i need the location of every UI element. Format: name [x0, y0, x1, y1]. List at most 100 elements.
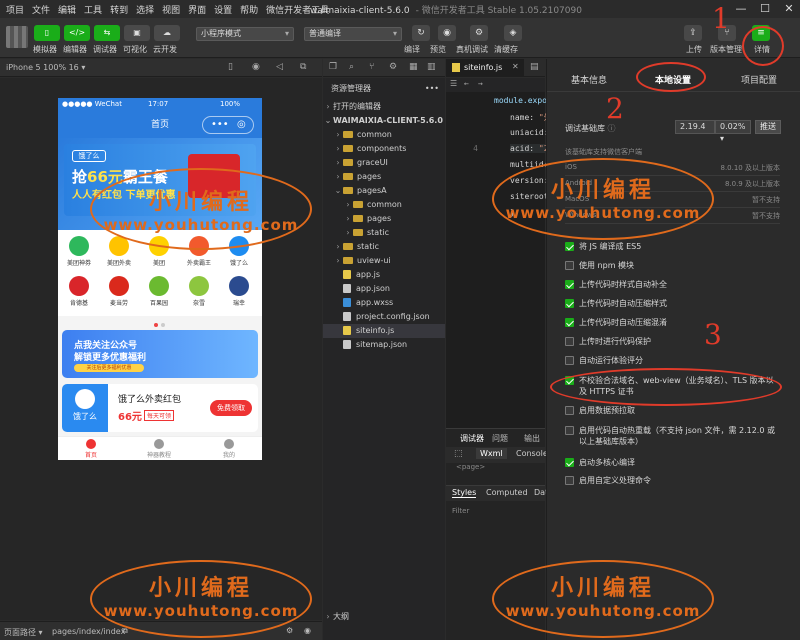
menu-item[interactable]: 转到 — [110, 3, 128, 16]
option-checkbox[interactable] — [565, 406, 574, 415]
wxml-tab[interactable]: Wxml — [476, 448, 507, 459]
split-icon[interactable]: ▥ — [427, 62, 436, 72]
folder-item[interactable]: › graceUI — [323, 156, 445, 170]
promo-banner[interactable]: 点我关注公众号 解锁更多优惠福利 关注后更多福利优惠 — [62, 330, 258, 378]
option-checkbox[interactable] — [565, 356, 574, 365]
upload-icon[interactable]: ⇪ — [684, 25, 702, 41]
split-editor-icon[interactable]: ▤ — [530, 62, 539, 72]
avatar[interactable] — [6, 26, 28, 48]
shortcut-item[interactable]: 美团 — [140, 236, 178, 267]
file-item[interactable]: sitemap.json — [323, 338, 445, 352]
folder-item[interactable]: › components — [323, 142, 445, 156]
option-checkbox[interactable] — [565, 458, 574, 467]
phone-tab[interactable]: 我的 — [204, 439, 254, 459]
push-button[interactable]: 推送 — [755, 120, 781, 134]
filter-input[interactable]: Filter — [452, 507, 469, 515]
popout-icon[interactable]: ⧉ — [300, 62, 306, 72]
mode-select[interactable]: 小程序模式 ▾ — [196, 27, 294, 41]
editor-tab[interactable]: siteinfo.js ✕ — [446, 59, 524, 77]
record-icon[interactable]: ◉ — [252, 62, 260, 72]
base-lib-share-select[interactable]: 0.02% ▾ — [715, 120, 751, 143]
menu-item[interactable]: 界面 — [188, 3, 206, 16]
miniprogram-capsule[interactable]: ••• ◎ — [202, 116, 254, 134]
devtools-tab[interactable]: 调试器 — [460, 433, 484, 444]
menu-item[interactable]: 视图 — [162, 3, 180, 16]
open-editors-section[interactable]: › 打开的编辑器 — [323, 100, 445, 114]
option-checkbox[interactable] — [565, 242, 574, 251]
folder-item[interactable]: › pages — [323, 170, 445, 184]
option-checkbox[interactable] — [565, 376, 574, 385]
project-root[interactable]: ⌄ WAIMAIXIA-CLIENT-5.6.0 — [323, 114, 445, 128]
debug-icon[interactable]: ⚙ — [389, 62, 397, 72]
phone-toggle-button[interactable]: ▯ — [34, 25, 60, 41]
device-rotate-icon[interactable]: ▯ — [228, 62, 233, 72]
devtools-tab[interactable]: 输出 — [524, 433, 540, 444]
wxml-page-node[interactable]: <page> — [456, 463, 485, 471]
shortcut-item[interactable]: 美团神券 — [60, 236, 98, 267]
file-item[interactable]: project.config.json — [323, 310, 445, 324]
base-lib-version-select[interactable]: 2.19.4 — [675, 120, 715, 134]
styles-tab[interactable]: Styles — [452, 488, 477, 498]
close-circle-icon[interactable]: ◎ — [237, 112, 246, 138]
back-icon[interactable]: ◁ — [276, 62, 283, 72]
eye-icon[interactable]: ◉ — [438, 25, 456, 41]
close-icon[interactable]: ✕ — [782, 2, 796, 16]
file-item[interactable]: app.js — [323, 268, 445, 282]
menu-icon[interactable]: ☰ — [450, 79, 457, 88]
compile-select[interactable]: 普通编译 ▾ — [304, 27, 402, 41]
layers-icon[interactable]: ◈ — [504, 25, 522, 41]
folder-item[interactable]: ⌄ pagesA — [323, 184, 445, 198]
inspect-icon[interactable]: ⬚ — [454, 449, 463, 459]
menu-item[interactable]: 设置 — [214, 3, 232, 16]
shortcut-item[interactable]: 肯德基 — [60, 276, 98, 307]
folder-item[interactable]: › uview-ui — [323, 254, 445, 268]
menu-icon[interactable]: ≡ — [752, 25, 770, 41]
shortcut-item[interactable]: 美团外卖 — [100, 236, 138, 267]
folder-item[interactable]: › static — [323, 226, 445, 240]
git-icon[interactable]: ⑂ — [369, 62, 374, 72]
computed-tab[interactable]: Computed — [486, 488, 528, 497]
menu-item[interactable]: 项目 — [6, 3, 24, 16]
tab-local-settings[interactable]: 本地设置 — [655, 73, 691, 86]
refresh-icon[interactable]: ↻ — [412, 25, 430, 41]
shortcut-item[interactable]: 瑞幸 — [220, 276, 258, 307]
folder-item[interactable]: › pages — [323, 212, 445, 226]
file-item[interactable]: app.json — [323, 282, 445, 296]
code-toggle-button[interactable]: </> — [64, 25, 90, 41]
back-arrow-icon[interactable]: ← — [464, 79, 469, 88]
outline-section[interactable]: › 大纲 — [323, 610, 445, 624]
debug-toggle-button[interactable]: ⇆ — [94, 25, 120, 41]
folder-item[interactable]: › common — [323, 128, 445, 142]
coupon-claim-button[interactable]: 免费领取 — [210, 400, 252, 416]
option-checkbox[interactable] — [565, 476, 574, 485]
more-icon[interactable]: ••• — [425, 82, 439, 96]
shortcut-item[interactable]: 百果园 — [140, 276, 178, 307]
cloud-toggle-button[interactable]: ☁ — [154, 25, 180, 41]
menu-item[interactable]: 文件 — [32, 3, 50, 16]
menu-item[interactable]: 帮助 — [240, 3, 258, 16]
file-item[interactable]: app.wxss — [323, 296, 445, 310]
phone-tab[interactable]: 神器教程 — [134, 439, 184, 459]
shortcut-item[interactable]: 外卖霸王 — [180, 236, 218, 267]
tab-project-config[interactable]: 项目配置 — [741, 73, 777, 86]
menu-item[interactable]: 编辑 — [58, 3, 76, 16]
minimize-icon[interactable]: — — [734, 2, 748, 16]
folder-item[interactable]: › static — [323, 240, 445, 254]
page-path-label[interactable]: 页面路径 ▾ — [4, 627, 43, 638]
branch-icon[interactable]: ⑂ — [718, 25, 736, 41]
files-icon[interactable]: ❐ — [329, 62, 337, 72]
visual-toggle-button[interactable]: ▣ — [124, 25, 150, 41]
more-icon[interactable]: ••• — [211, 112, 229, 138]
option-checkbox[interactable] — [565, 337, 574, 346]
folder-item[interactable]: › common — [323, 198, 445, 212]
settings-icon[interactable]: ⚙ — [286, 626, 293, 635]
close-icon[interactable]: ✕ — [512, 62, 519, 71]
option-checkbox[interactable] — [565, 318, 574, 327]
option-checkbox[interactable] — [565, 426, 574, 435]
eye-icon[interactable]: ◉ — [304, 626, 311, 635]
tab-basic-info[interactable]: 基本信息 — [571, 73, 607, 86]
shortcut-item[interactable]: 奈雪 — [180, 276, 218, 307]
debug-phone-icon[interactable]: ⚙ — [470, 25, 488, 41]
phone-tab[interactable]: 首页 — [66, 439, 116, 459]
help-icon[interactable]: ⓘ — [608, 124, 616, 133]
